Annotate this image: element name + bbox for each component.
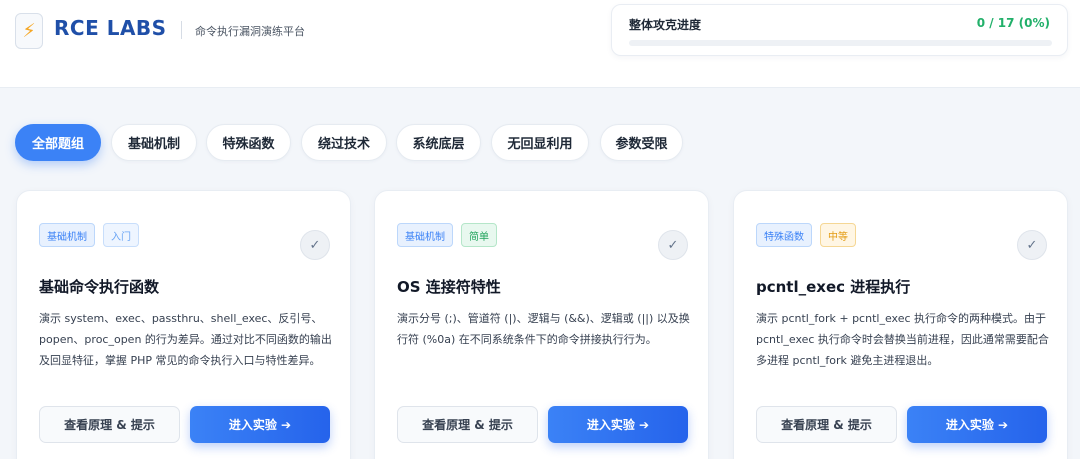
brand-name: RCE LABS xyxy=(54,16,167,40)
enter-lab-button[interactable]: 进入实验 ➔ xyxy=(548,406,688,443)
enter-lab-button[interactable]: 进入实验 ➔ xyxy=(907,406,1047,443)
tab-param-limited[interactable]: 参数受限 xyxy=(600,124,683,161)
lab-card: 基础机制 入门 ✓ 基础命令执行函数 演示 system、exec、passth… xyxy=(16,190,351,459)
difficulty-badge: 简单 xyxy=(461,223,497,247)
card-description: 演示 pcntl_fork + pcntl_exec 执行命令的两种模式。由于 … xyxy=(756,312,1049,367)
tab-special-functions[interactable]: 特殊函数 xyxy=(206,124,291,161)
lab-card: 基础机制 简单 ✓ OS 连接符特性 演示分号 (;)、管道符 (|)、逻辑与 … xyxy=(374,190,709,459)
tab-bypass[interactable]: 绕过技术 xyxy=(301,124,387,161)
check-icon[interactable]: ✓ xyxy=(300,230,330,260)
card-title: OS 连接符特性 xyxy=(397,278,501,296)
platform-subtitle: 命令执行漏洞演练平台 xyxy=(195,25,305,38)
card-description: 演示 system、exec、passthru、shell_exec、反引号、p… xyxy=(39,312,332,367)
tab-basic[interactable]: 基础机制 xyxy=(111,124,197,161)
tab-all[interactable]: 全部题组 xyxy=(15,124,101,161)
brand-divider xyxy=(181,21,182,39)
card-title: pcntl_exec 进程执行 xyxy=(756,278,911,296)
category-badge: 特殊函数 xyxy=(756,223,812,247)
progress-bar xyxy=(629,40,1052,46)
check-icon[interactable]: ✓ xyxy=(1017,230,1047,260)
view-hint-button[interactable]: 查看原理 & 提示 xyxy=(397,406,538,443)
tab-blind[interactable]: 无回显利用 xyxy=(491,124,589,161)
lightning-icon: ⚡ xyxy=(15,13,43,49)
enter-lab-button[interactable]: 进入实验 ➔ xyxy=(190,406,330,443)
difficulty-badge: 中等 xyxy=(820,223,856,247)
progress-value: 0 / 17 (0%) xyxy=(976,16,1050,30)
overall-progress-card: 整体攻克进度 0 / 17 (0%) xyxy=(611,4,1068,56)
category-badge: 基础机制 xyxy=(397,223,453,247)
check-icon[interactable]: ✓ xyxy=(658,230,688,260)
view-hint-button[interactable]: 查看原理 & 提示 xyxy=(39,406,180,443)
view-hint-button[interactable]: 查看原理 & 提示 xyxy=(756,406,897,443)
card-title: 基础命令执行函数 xyxy=(39,278,160,296)
tab-system[interactable]: 系统底层 xyxy=(396,124,481,161)
difficulty-badge: 入门 xyxy=(103,223,139,247)
lab-card: 特殊函数 中等 ✓ pcntl_exec 进程执行 演示 pcntl_fork … xyxy=(733,190,1068,459)
progress-label: 整体攻克进度 xyxy=(629,18,702,32)
top-header: ⚡ RCE LABS 命令执行漏洞演练平台 整体攻克进度 0 / 17 (0%) xyxy=(0,0,1080,88)
card-description: 演示分号 (;)、管道符 (|)、逻辑与 (&&)、逻辑或 (||) 以及换行符… xyxy=(397,312,690,346)
category-badge: 基础机制 xyxy=(39,223,95,247)
